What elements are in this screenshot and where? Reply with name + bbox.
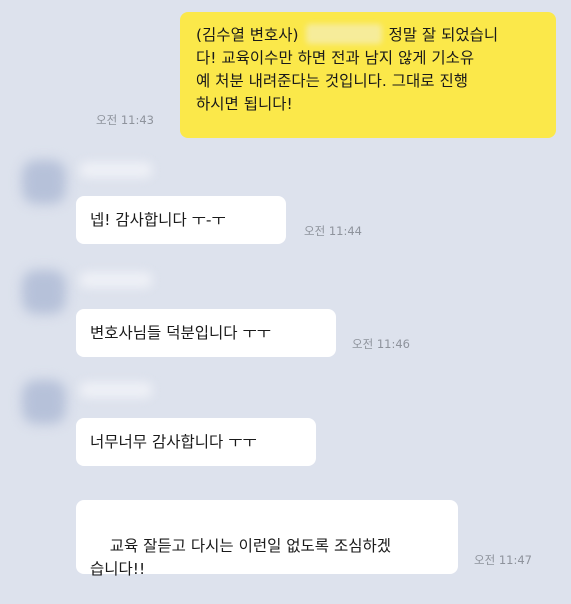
- received-message-bubble[interactable]: 너무너무 감사합니다 ㅜㅜ: [76, 418, 316, 466]
- message-time: 오전 11:44: [304, 224, 362, 238]
- sender-avatar[interactable]: [22, 270, 66, 314]
- message-time: 오전 11:46: [352, 337, 410, 351]
- sender-avatar[interactable]: [22, 380, 66, 424]
- message-time: 오전 11:47: [474, 553, 532, 567]
- received-message-bubble[interactable]: 교육 잘듣고 다시는 이런일 없도록 조심하겠 습니다!!: [76, 500, 458, 578]
- message-text: 넵! 감사합니다 ㅜ-ㅜ: [90, 210, 226, 229]
- message-text: 너무너무 감사합니다 ㅜㅜ: [90, 432, 257, 451]
- sender-name: [80, 382, 152, 398]
- message-text: (김수열 변호사): [196, 26, 304, 44]
- my-message-bubble[interactable]: (김수열 변호사) 정말 잘 되었습니 다! 교육이수만 하면 전과 남지 않게…: [180, 12, 556, 138]
- sender-name: [80, 162, 152, 178]
- received-message-bubble[interactable]: 변호사님들 덕분입니다 ㅜㅜ: [76, 309, 336, 357]
- sender-name: [80, 272, 152, 288]
- message-time: 오전 11:43: [96, 113, 154, 127]
- chat-window: 오전 11:43 (김수열 변호사) 정말 잘 되었습니 다! 교육이수만 하면…: [0, 0, 571, 581]
- redacted-name: [305, 24, 382, 44]
- received-message-bubble[interactable]: 넵! 감사합니다 ㅜ-ㅜ: [76, 196, 286, 244]
- sender-avatar[interactable]: [22, 160, 66, 204]
- message-text: 교육 잘듣고 다시는 이런일 없도록 조심하겠 습니다!!: [90, 537, 392, 578]
- message-text: 변호사님들 덕분입니다 ㅜㅜ: [90, 323, 271, 342]
